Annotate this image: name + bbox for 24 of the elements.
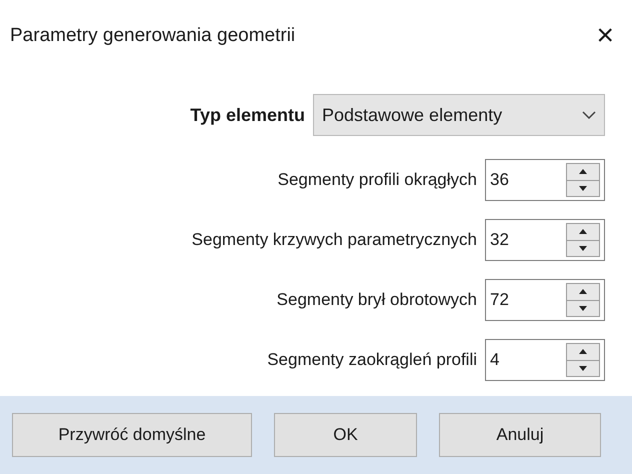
number-field[interactable]: 32	[485, 219, 605, 261]
down-arrow-icon	[579, 246, 587, 251]
up-arrow-icon	[579, 229, 587, 234]
field-label: Segmenty profili okrągłych	[278, 169, 477, 192]
number-field[interactable]: 72	[485, 279, 605, 321]
chevron-down-icon	[582, 111, 596, 119]
field-label: Segmenty zaokrągleń profili	[267, 349, 477, 372]
up-arrow-icon	[579, 169, 587, 174]
up-arrow-icon	[579, 289, 587, 294]
window-title: Parametry generowania geometrii	[10, 24, 296, 48]
element-type-dropdown[interactable]: Podstawowe elementy	[313, 94, 605, 136]
dialog-button[interactable]: OK	[274, 413, 417, 457]
dialog-button[interactable]: Anuluj	[439, 413, 601, 457]
down-arrow-icon	[579, 306, 587, 311]
number-field[interactable]: 36	[485, 159, 605, 201]
number-field[interactable]: 4	[485, 339, 605, 381]
field-label: Segmenty brył obrotowych	[276, 289, 477, 312]
down-arrow-icon	[579, 366, 587, 371]
close-button[interactable]: ×	[596, 21, 614, 51]
dialog-button[interactable]: Przywróć domyślne	[12, 413, 252, 457]
element-type-label: Typ elementu	[190, 104, 305, 127]
down-arrow-icon	[579, 186, 587, 191]
up-arrow-icon	[579, 349, 587, 354]
field-label: Segmenty krzywych parametrycznych	[192, 229, 477, 252]
